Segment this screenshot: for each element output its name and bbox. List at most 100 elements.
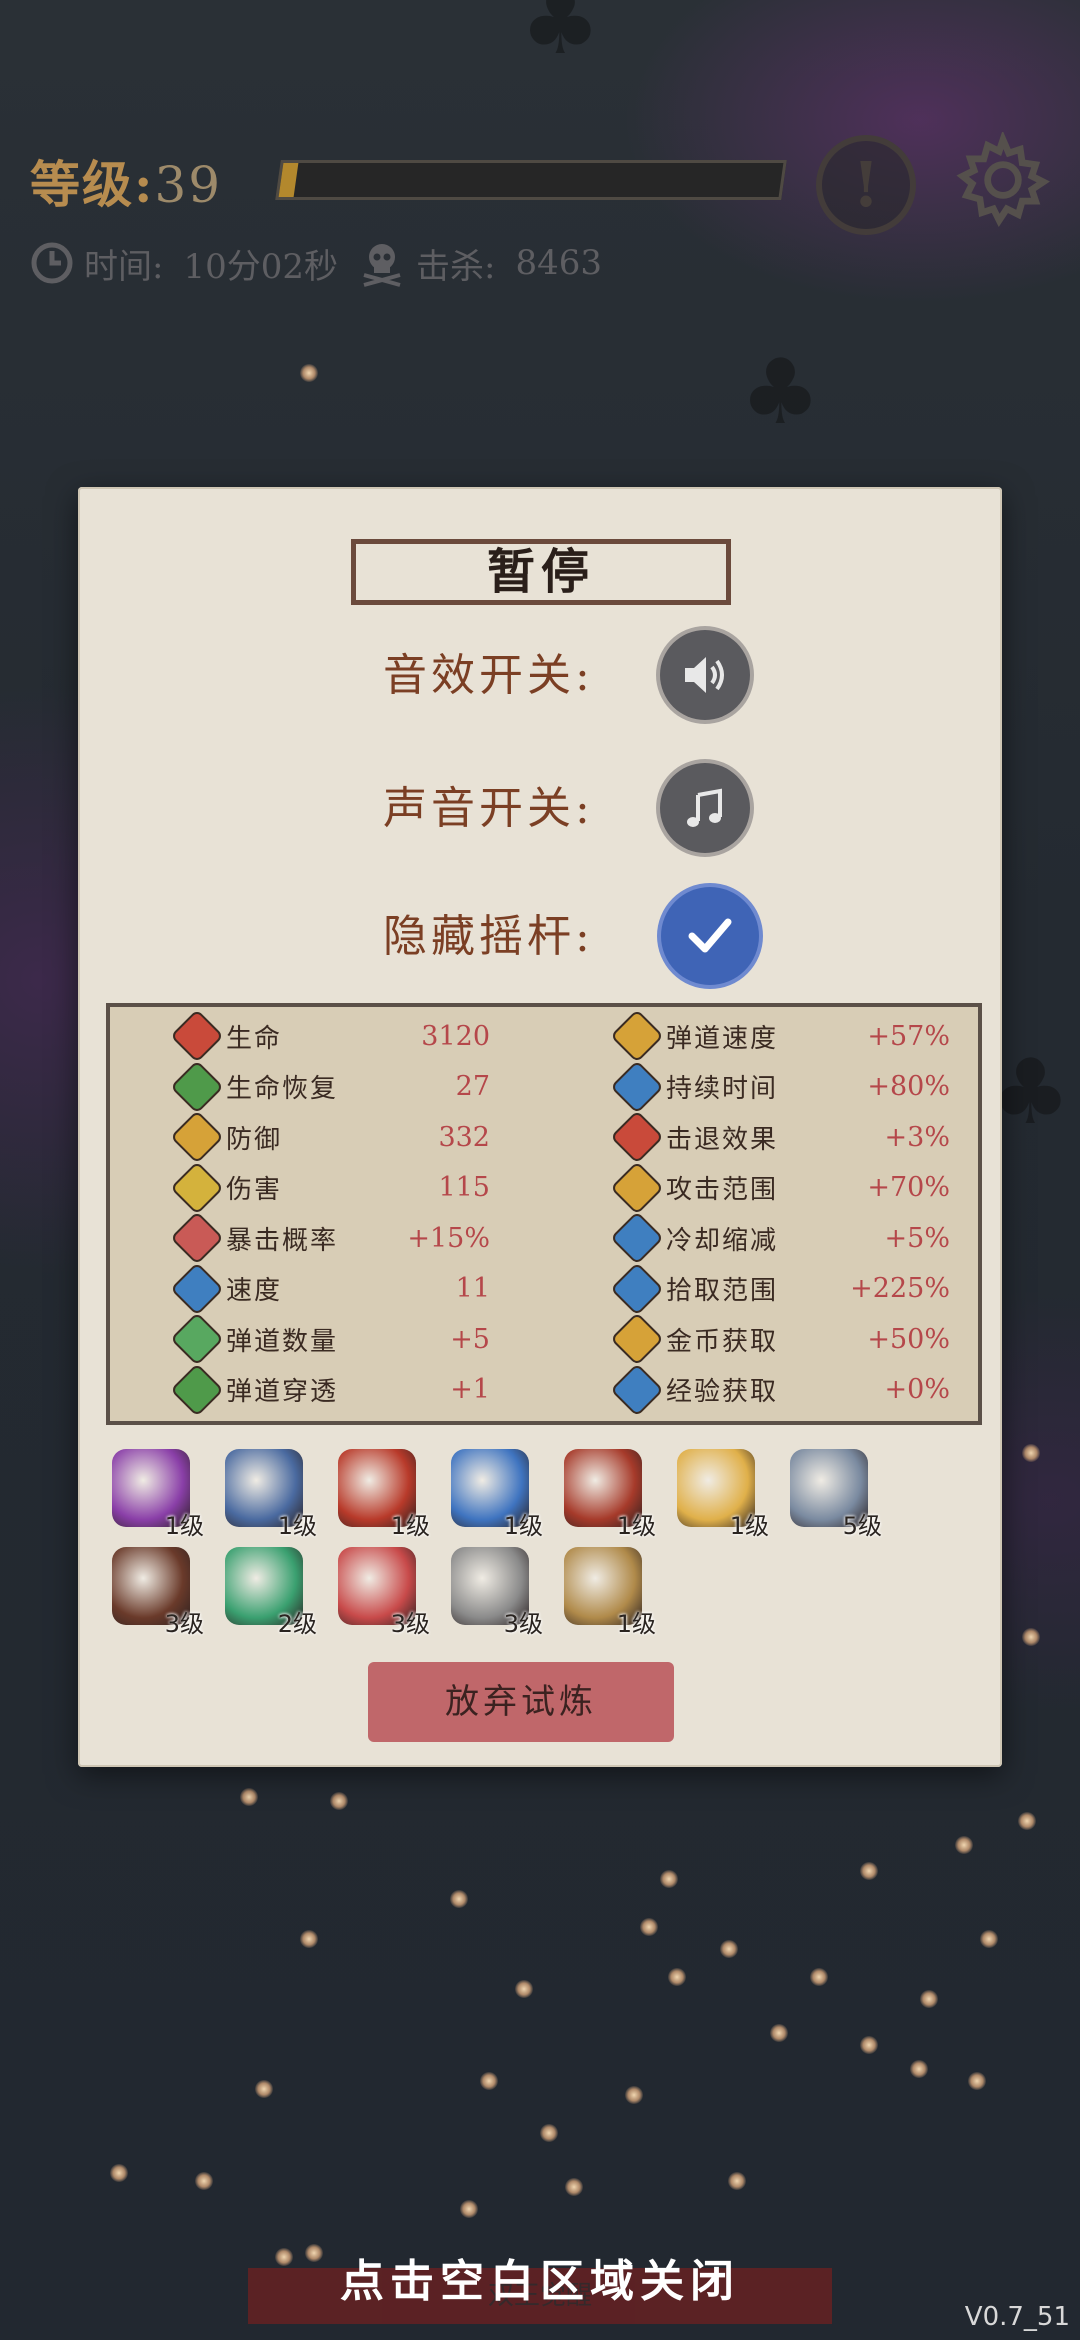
stat-name: 拾取范围	[666, 1276, 779, 1306]
music-toggle-button[interactable]	[660, 763, 750, 853]
stat-value: +15%	[407, 1222, 490, 1254]
item-level: 1级	[390, 1512, 430, 1540]
stat-value: +3%	[884, 1121, 950, 1153]
item-level: 1级	[729, 1512, 769, 1540]
stat-row-right: 持续时间 +80%	[612, 1062, 970, 1112]
stat-value: +57%	[867, 1020, 950, 1052]
level-display: 等级:39	[30, 145, 222, 217]
sfx-toggle-button[interactable]	[660, 630, 750, 720]
stat-row-right: 攻击范围 +70%	[612, 1163, 970, 1213]
stat-row-right: 经验获取 +0%	[612, 1365, 970, 1415]
pouch-item[interactable]: 1级	[560, 1545, 656, 1641]
crit-icon	[172, 1213, 222, 1263]
stat-name: 金币获取	[666, 1326, 779, 1357]
gear-icon[interactable]	[955, 132, 1051, 228]
stat-row-right: 弹道速度 +57%	[612, 1011, 970, 1061]
stat-name: 弹道穿透	[226, 1377, 339, 1407]
stat-value: +1	[450, 1374, 490, 1405]
time-value: 10分02秒	[183, 246, 338, 287]
scroll-item[interactable]: 1级	[673, 1447, 769, 1543]
stat-name: 弹道数量	[226, 1326, 339, 1357]
duration-icon	[612, 1062, 662, 1111]
joystick-toggle-label: 隐藏摇杆:	[383, 911, 594, 962]
regen-icon	[172, 1062, 222, 1111]
damage-icon	[172, 1163, 222, 1212]
item-level: 5级	[842, 1512, 882, 1540]
stat-value: +5%	[884, 1222, 950, 1254]
stat-name: 防御	[226, 1124, 283, 1155]
ring-item[interactable]: 2级	[221, 1545, 317, 1641]
stat-row-left: 生命 3120	[172, 1011, 510, 1061]
stat-value: 332	[438, 1121, 490, 1153]
stat-value: 115	[438, 1172, 490, 1203]
version-label: V0.7_51	[964, 2302, 1070, 2332]
fan-item[interactable]: 1级	[221, 1447, 317, 1543]
heart-icon	[172, 1011, 222, 1061]
stats-table: 生命 3120 生命恢复 27 防御 332 伤害 115 暴击概率 +15% 速度 11 弹道数量 +5…	[106, 1003, 982, 1425]
pause-panel: 暂停 音效开关: 声音开关: 隐藏摇杆: 生命 3120 生命恢复 27 防御 332 伤害…	[78, 487, 1002, 1767]
stat-value: +5	[450, 1323, 490, 1355]
clock-icon	[31, 242, 73, 284]
stat-value: +80%	[867, 1071, 950, 1102]
stat-row-left: 弹道穿透 +1	[172, 1365, 510, 1415]
exp-icon	[612, 1365, 662, 1414]
stat-row-right: 拾取范围 +225%	[612, 1264, 970, 1314]
level-value: 39	[154, 156, 223, 214]
stat-value: 3120	[421, 1020, 490, 1052]
stat-row-left: 生命恢复 27	[172, 1062, 510, 1112]
coin-icon	[612, 1314, 662, 1364]
bottle-item[interactable]: 3级	[334, 1545, 430, 1641]
alert-icon[interactable]: !	[816, 135, 916, 235]
xp-bar	[275, 160, 787, 200]
potion-item[interactable]: 1级	[108, 1447, 204, 1543]
item-level: 1级	[277, 1512, 317, 1540]
stat-row-left: 速度 11	[172, 1264, 510, 1314]
stat-row-right: 击退效果 +3%	[612, 1112, 970, 1162]
stat-name: 暴击概率	[226, 1225, 339, 1256]
time-kill-row: 时间: 10分02秒 击杀: 8463	[30, 238, 622, 288]
projectile-speed-icon	[612, 1011, 662, 1061]
stat-row-left: 伤害 115	[172, 1163, 510, 1213]
skull-icon	[363, 244, 401, 287]
pickup-icon	[612, 1264, 662, 1313]
close-hint: 点击空白区域关闭	[340, 2256, 740, 2307]
tree-silhouette: ♣	[740, 340, 821, 445]
stat-value: +0%	[884, 1374, 950, 1405]
stat-row-right: 冷却缩减 +5%	[612, 1213, 970, 1263]
item-level: 3级	[503, 1610, 543, 1638]
defense-icon	[172, 1112, 222, 1162]
stat-name: 生命恢复	[226, 1074, 339, 1104]
level-label: 等级:	[30, 155, 155, 214]
flute-item[interactable]: 1级	[560, 1447, 656, 1543]
stat-name: 击退效果	[666, 1124, 779, 1155]
music-note-icon	[687, 788, 722, 827]
kill-label: 击杀:	[416, 246, 496, 287]
stat-name: 速度	[226, 1276, 283, 1306]
xp-bar-fill	[278, 163, 299, 197]
item-level: 1级	[616, 1512, 656, 1540]
stat-value: +50%	[867, 1323, 950, 1355]
gauntlet-item[interactable]: 3级	[447, 1545, 543, 1641]
pause-title: 暂停	[486, 544, 595, 600]
stat-value: 11	[455, 1273, 490, 1304]
talisman-item[interactable]: 1级	[334, 1447, 430, 1543]
area-icon	[612, 1163, 662, 1212]
stat-row-left: 弹道数量 +5	[172, 1314, 510, 1364]
stat-value: +225%	[850, 1273, 950, 1304]
stat-name: 伤害	[226, 1175, 283, 1205]
stat-row-right: 金币获取 +50%	[612, 1314, 970, 1364]
stat-name: 持续时间	[666, 1074, 779, 1104]
joystick-checkbox[interactable]	[661, 887, 759, 985]
whisk-item[interactable]: 5级	[786, 1447, 882, 1543]
item-level: 1级	[164, 1512, 204, 1540]
kill-value: 8463	[515, 243, 602, 283]
projectile-count-icon	[172, 1314, 222, 1364]
item-level: 3级	[390, 1610, 430, 1638]
yinyang-item[interactable]: 1级	[447, 1447, 543, 1543]
speaker-icon	[685, 657, 724, 693]
cooldown-icon	[612, 1213, 662, 1263]
music-toggle-label: 声音开关:	[383, 783, 594, 834]
abandon-trial-button[interactable]: 放弃试炼	[368, 1662, 674, 1742]
teapot-item[interactable]: 3级	[108, 1545, 204, 1641]
checkmark-icon	[688, 918, 732, 953]
